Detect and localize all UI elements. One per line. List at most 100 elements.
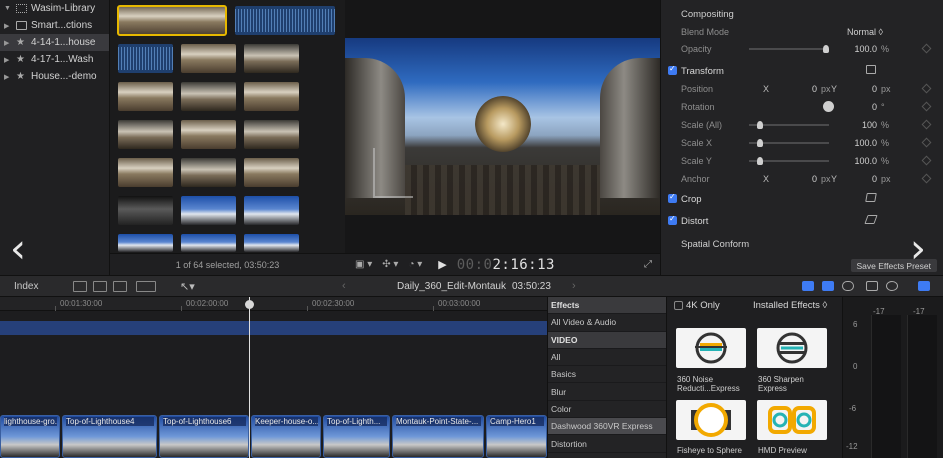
timeline[interactable]: 00:01:30:00 00:02:00:00 00:02:30:00 00:0… <box>0 297 547 458</box>
select-tool-icon[interactable]: ↖▾ <box>180 280 195 293</box>
library-item-wasim[interactable]: ▼ Wasim-Library <box>0 0 109 17</box>
position-y-value[interactable]: 0 <box>853 84 877 94</box>
index-button[interactable]: Index <box>14 281 38 292</box>
scale-y-slider[interactable] <box>749 157 829 165</box>
crop-header[interactable]: Crop <box>661 190 943 208</box>
disclosure-closed-icon[interactable]: ▶ <box>4 73 12 81</box>
transform-tool-icon[interactable]: ✣ ▾ <box>382 259 398 270</box>
timeline-clip[interactable]: Montauk-Point-State-... <box>392 415 484 458</box>
keyframe-icon[interactable] <box>921 43 932 54</box>
clip-thumbnail[interactable] <box>181 158 236 187</box>
distort-checkbox[interactable] <box>668 214 677 225</box>
audio-clip-thumbnail[interactable] <box>235 6 335 35</box>
position-x-value[interactable]: 0 <box>791 84 817 94</box>
solo-icon[interactable] <box>886 281 898 291</box>
clip-thumbnail[interactable] <box>118 82 173 111</box>
slider-knob[interactable] <box>823 45 829 53</box>
playhead[interactable] <box>245 297 254 458</box>
insert-clip-icon[interactable] <box>93 281 107 292</box>
clip-thumbnail[interactable] <box>181 120 236 149</box>
scale-y-value[interactable]: 100.0 <box>831 156 877 166</box>
clip-thumbnail[interactable] <box>244 82 299 111</box>
anchor-x-value[interactable]: 0 <box>791 174 817 184</box>
library-item-event-4-17[interactable]: ▶ ★ 4-17-1...Wash <box>0 51 109 68</box>
clip-thumbnail[interactable] <box>181 44 236 73</box>
scale-all-slider[interactable] <box>749 121 829 129</box>
disclosure-closed-icon[interactable]: ▶ <box>4 22 12 30</box>
clip-thumbnail[interactable] <box>181 196 236 225</box>
library-item-smart-collections[interactable]: ▶ Smart...ctions <box>0 17 109 34</box>
transform-checkbox[interactable] <box>668 64 677 75</box>
spatial-conform-header[interactable]: Spatial Conform <box>661 235 943 253</box>
back-arrow-icon[interactable]: ‹ <box>342 280 346 292</box>
forward-arrow-icon[interactable]: › <box>572 280 576 292</box>
clip-thumbnail[interactable] <box>118 234 173 252</box>
opacity-value[interactable]: 100.0 <box>831 44 877 54</box>
timeline-clip[interactable]: Top-of-Lighthouse4 <box>62 415 157 458</box>
slider-knob[interactable] <box>757 157 763 165</box>
effect-tile-fisheye-to-sphere[interactable] <box>676 400 746 440</box>
transform-onscreen-icon[interactable] <box>866 65 876 74</box>
transform-header[interactable]: Transform <box>661 62 943 80</box>
next-slide-icon[interactable]: › <box>910 229 926 269</box>
effects-category-item[interactable]: Color <box>548 401 666 419</box>
clip-thumbnail[interactable] <box>244 44 299 73</box>
opacity-slider[interactable] <box>749 45 829 53</box>
keyframe-icon[interactable] <box>921 119 932 130</box>
audio-clip-thumbnail[interactable] <box>118 44 173 73</box>
timeline-clip[interactable]: Keeper-house-o... <box>251 415 321 458</box>
clip-thumbnail[interactable] <box>118 158 173 187</box>
scale-x-slider[interactable] <box>749 139 829 147</box>
timeline-clip[interactable]: Top-of-Lighth... <box>323 415 390 458</box>
installed-effects-select[interactable]: Installed Effects ◊ <box>753 300 827 311</box>
effect-tile-sharpen[interactable] <box>757 328 827 368</box>
clip-thumbnail[interactable] <box>118 196 173 225</box>
keyframe-icon[interactable] <box>921 83 932 94</box>
effect-tile-hmd-preview[interactable] <box>757 400 827 440</box>
slider-knob[interactable] <box>757 139 763 147</box>
overwrite-clip-icon[interactable] <box>136 281 156 292</box>
four-k-only-checkbox[interactable] <box>674 301 683 310</box>
disclosure-open-icon[interactable]: ▼ <box>4 5 12 12</box>
timecode-display[interactable]: 00:02:16:13 <box>457 257 555 273</box>
clip-thumbnail[interactable] <box>244 158 299 187</box>
clip-thumbnail[interactable] <box>117 5 227 36</box>
clip-thumbnail[interactable] <box>118 120 173 149</box>
scale-all-value[interactable]: 100 <box>831 120 877 130</box>
speed-icon[interactable]: ◔ ▾ <box>408 259 422 270</box>
clip-thumbnail[interactable] <box>244 234 299 252</box>
effects-category-item[interactable]: Blur <box>548 383 666 401</box>
keyframe-icon[interactable] <box>921 137 932 148</box>
audio-skimming-icon[interactable] <box>822 281 834 291</box>
headphones-icon[interactable] <box>842 281 854 291</box>
library-item-event-house-demo[interactable]: ▶ ★ House...-demo <box>0 68 109 85</box>
effects-category-item[interactable]: Basics <box>548 366 666 384</box>
append-clip-icon[interactable] <box>113 281 127 292</box>
rotation-value[interactable]: 0 <box>831 102 877 112</box>
anchor-y-value[interactable]: 0 <box>853 174 877 184</box>
timeline-clip[interactable]: Top-of-Lighthouse6 <box>159 415 249 458</box>
distort-header[interactable]: Distort <box>661 212 943 230</box>
effects-category-item[interactable]: All Video & Audio <box>548 314 666 332</box>
previous-slide-icon[interactable]: ‹ <box>10 229 26 269</box>
play-icon[interactable]: ▶ <box>438 258 446 271</box>
view-options-icon[interactable]: ▣ ▾ <box>355 259 372 270</box>
timeline-clip[interactable]: lighthouse-gro... <box>0 415 60 458</box>
blend-mode-select[interactable]: Normal ◊ <box>847 27 883 37</box>
crop-checkbox[interactable] <box>668 192 677 203</box>
fullscreen-icon[interactable]: ⤢ <box>644 259 652 270</box>
timeline-clip[interactable]: Camp-Hero1 <box>486 415 547 458</box>
clip-thumbnail[interactable] <box>244 196 299 225</box>
connect-clip-icon[interactable] <box>73 281 87 292</box>
clip-thumbnail[interactable] <box>244 120 299 149</box>
timeline-ruler[interactable]: 00:01:30:00 00:02:00:00 00:02:30:00 00:0… <box>0 297 547 311</box>
video-skimming-icon[interactable] <box>802 281 814 291</box>
disclosure-closed-icon[interactable]: ▶ <box>4 56 12 64</box>
effect-tile-noise-reduction[interactable] <box>676 328 746 368</box>
clip-thumbnail[interactable] <box>181 234 236 252</box>
slider-knob[interactable] <box>757 121 763 129</box>
disclosure-closed-icon[interactable]: ▶ <box>4 39 12 47</box>
distort-onscreen-icon[interactable] <box>864 215 878 224</box>
effects-browser-icon[interactable] <box>918 281 930 291</box>
compositing-header[interactable]: Compositing <box>661 5 943 23</box>
